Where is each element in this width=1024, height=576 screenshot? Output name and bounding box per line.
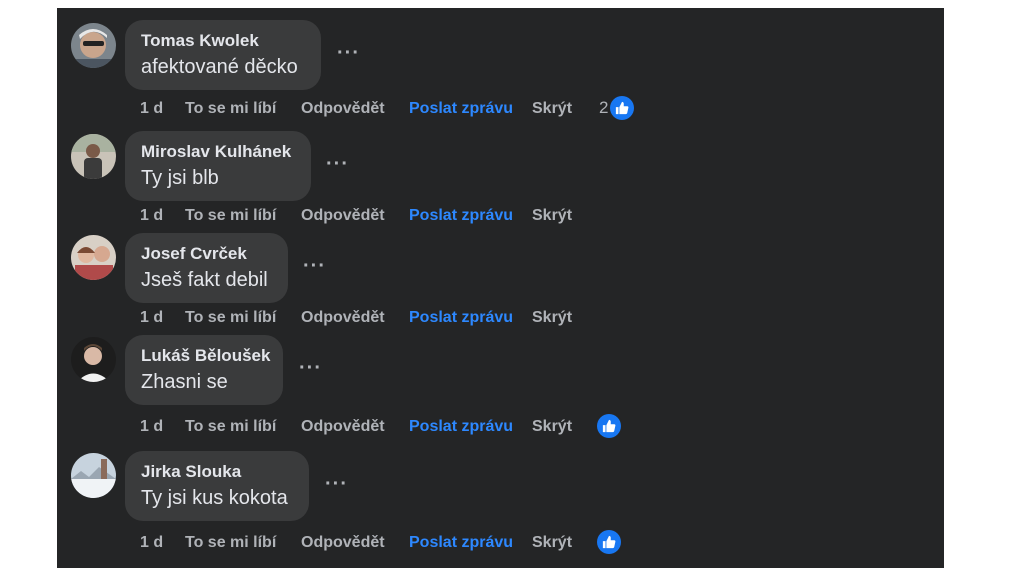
reaction-summary[interactable]: 2: [599, 96, 635, 120]
comment-bubble: Tomas Kwolek afektované děcko: [125, 20, 321, 90]
send-message-link[interactable]: Poslat zprávu: [409, 309, 513, 327]
comment-text: Ty jsi kus kokota: [141, 487, 288, 509]
reaction-summary[interactable]: [597, 414, 621, 438]
more-options-icon[interactable]: ···: [303, 255, 326, 278]
comment-timestamp: 1 d: [140, 534, 164, 551]
like-icon: [597, 530, 621, 554]
comment-author[interactable]: Jirka Slouka: [141, 462, 241, 482]
like-link[interactable]: To se mi líbí: [185, 418, 276, 436]
more-options-icon[interactable]: ···: [325, 473, 348, 496]
send-message-link[interactable]: Poslat zprávu: [409, 100, 513, 118]
more-options-icon[interactable]: ···: [337, 42, 360, 65]
reaction-summary[interactable]: [597, 530, 621, 554]
hide-link[interactable]: Skrýt: [532, 418, 572, 436]
send-message-link[interactable]: Poslat zprávu: [409, 207, 513, 225]
like-icon: [610, 96, 635, 120]
comment-actions: 1 d To se mi líbí Odpovědět Poslat zpráv…: [57, 530, 944, 556]
comment-bubble: Miroslav Kulhánek Ty jsi blb: [125, 131, 311, 201]
more-options-icon[interactable]: ···: [326, 153, 349, 176]
comment-bubble: Josef Cvrček Jseš fakt debil: [125, 233, 288, 303]
reply-link[interactable]: Odpovědět: [301, 418, 385, 436]
comment-text: Zhasni se: [141, 371, 228, 393]
avatar[interactable]: [71, 337, 116, 382]
send-message-link[interactable]: Poslat zprávu: [409, 418, 513, 436]
reply-link[interactable]: Odpovědět: [301, 534, 385, 552]
like-icon: [597, 414, 621, 438]
reply-link[interactable]: Odpovědět: [301, 207, 385, 225]
reply-link[interactable]: Odpovědět: [301, 309, 385, 327]
comment-actions: 1 d To se mi líbí Odpovědět Poslat zpráv…: [57, 414, 944, 440]
comment-text: Ty jsi blb: [141, 167, 219, 189]
like-link[interactable]: To se mi líbí: [185, 100, 276, 118]
hide-link[interactable]: Skrýt: [532, 534, 572, 552]
comment-timestamp: 1 d: [140, 100, 164, 117]
comments-panel: Tomas Kwolek afektované děcko ··· 1 d To…: [57, 8, 944, 568]
comment-bubble: Lukáš Běloušek Zhasni se: [125, 335, 283, 405]
hide-link[interactable]: Skrýt: [532, 207, 572, 225]
like-link[interactable]: To se mi líbí: [185, 309, 276, 327]
more-options-icon[interactable]: ···: [299, 357, 322, 380]
comment-actions: 1 d To se mi líbí Odpovědět Poslat zpráv…: [57, 96, 944, 122]
comment-timestamp: 1 d: [140, 418, 164, 435]
comment-text: afektované děcko: [141, 56, 298, 78]
comment-timestamp: 1 d: [140, 207, 164, 224]
comment-bubble: Jirka Slouka Ty jsi kus kokota: [125, 451, 309, 521]
avatar[interactable]: [71, 134, 116, 179]
hide-link[interactable]: Skrýt: [532, 309, 572, 327]
comment-author[interactable]: Tomas Kwolek: [141, 31, 259, 51]
comment-timestamp: 1 d: [140, 309, 164, 326]
reply-link[interactable]: Odpovědět: [301, 100, 385, 118]
like-link[interactable]: To se mi líbí: [185, 207, 276, 225]
hide-link[interactable]: Skrýt: [532, 100, 572, 118]
comment-actions: 1 d To se mi líbí Odpovědět Poslat zpráv…: [57, 207, 944, 229]
comment-author[interactable]: Josef Cvrček: [141, 244, 247, 264]
comment-text: Jseš fakt debil: [141, 269, 268, 291]
avatar[interactable]: [71, 23, 116, 68]
comment-author[interactable]: Lukáš Běloušek: [141, 346, 270, 366]
reaction-count: 2: [599, 98, 609, 117]
comment-author[interactable]: Miroslav Kulhánek: [141, 142, 291, 162]
like-link[interactable]: To se mi líbí: [185, 534, 276, 552]
comment-actions: 1 d To se mi líbí Odpovědět Poslat zpráv…: [57, 309, 944, 331]
avatar[interactable]: [71, 453, 116, 498]
avatar[interactable]: [71, 235, 116, 280]
send-message-link[interactable]: Poslat zprávu: [409, 534, 513, 552]
